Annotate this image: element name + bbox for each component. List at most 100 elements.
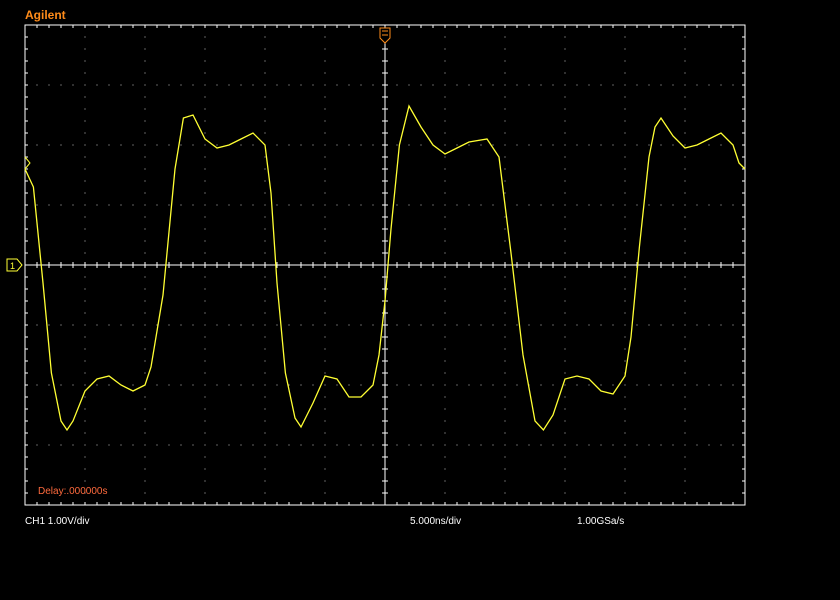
- grid-dot: [684, 60, 686, 62]
- grid-dot: [228, 444, 230, 446]
- grid-dot: [576, 144, 578, 146]
- grid-dot: [564, 192, 566, 194]
- channel-scale-readout[interactable]: CH1 1.00V/div: [25, 516, 89, 527]
- grid-dot: [504, 84, 506, 86]
- grid-dot: [264, 96, 266, 98]
- grid-dot: [312, 144, 314, 146]
- grid-dot: [216, 324, 218, 326]
- grid-dot: [144, 396, 146, 398]
- grid-dot: [348, 144, 350, 146]
- grid-dot: [204, 444, 206, 446]
- grid-dot: [564, 444, 566, 446]
- grid-dot: [420, 84, 422, 86]
- grid-dot: [84, 192, 86, 194]
- grid-dot: [624, 348, 626, 350]
- grid-dot: [696, 384, 698, 386]
- grid-dot: [144, 252, 146, 254]
- grid-dot: [324, 360, 326, 362]
- grid-dot: [660, 384, 662, 386]
- grid-dot: [180, 204, 182, 206]
- grid-dot: [432, 84, 434, 86]
- grid-dot: [564, 168, 566, 170]
- grid-dot: [132, 324, 134, 326]
- grid-dot: [600, 384, 602, 386]
- grid-dot: [564, 312, 566, 314]
- grid-dot: [552, 84, 554, 86]
- grid-dot: [444, 48, 446, 50]
- grid-dot: [204, 324, 206, 326]
- grid-dot: [204, 72, 206, 74]
- grid-dot: [324, 168, 326, 170]
- grid-dot: [96, 204, 98, 206]
- grid-dot: [672, 204, 674, 206]
- grid-dot: [168, 144, 170, 146]
- grid-dot: [636, 444, 638, 446]
- grid-dot: [324, 408, 326, 410]
- grid-dot: [564, 456, 566, 458]
- grid-dot: [588, 84, 590, 86]
- grid-dot: [612, 324, 614, 326]
- grid-dot: [108, 444, 110, 446]
- grid-dot: [504, 96, 506, 98]
- grid-dot: [444, 480, 446, 482]
- grid-dot: [324, 84, 326, 86]
- grid-dot: [564, 228, 566, 230]
- grid-dot: [276, 84, 278, 86]
- grid-dot: [120, 204, 122, 206]
- grid-dot: [204, 336, 206, 338]
- grid-dot: [540, 204, 542, 206]
- grid-dot: [444, 348, 446, 350]
- grid-dot: [456, 204, 458, 206]
- grid-dot: [504, 192, 506, 194]
- grid-dot: [264, 468, 266, 470]
- grid-dot: [264, 336, 266, 338]
- grid-dot: [624, 360, 626, 362]
- grid-dot: [420, 384, 422, 386]
- grid-dot: [204, 276, 206, 278]
- grid-dot: [216, 144, 218, 146]
- time-scale-readout[interactable]: 5.000ns/div: [410, 516, 461, 527]
- grid-dot: [444, 132, 446, 134]
- grid-dot: [684, 300, 686, 302]
- grid-dot: [48, 444, 50, 446]
- grid-dot: [156, 144, 158, 146]
- grid-dot: [504, 36, 506, 38]
- grid-dot: [264, 444, 266, 446]
- grid-dot: [144, 432, 146, 434]
- grid-dot: [420, 144, 422, 146]
- grid-dot: [564, 144, 566, 146]
- grid-dot: [240, 324, 242, 326]
- grid-dot: [84, 336, 86, 338]
- grid-dot: [516, 84, 518, 86]
- grid-dot: [324, 60, 326, 62]
- grid-dot: [372, 324, 374, 326]
- channel-1-ground-marker-icon[interactable]: 1: [6, 258, 23, 272]
- grid-dot: [372, 204, 374, 206]
- grid-dot: [624, 396, 626, 398]
- grid-dot: [396, 384, 398, 386]
- grid-dot: [444, 168, 446, 170]
- grid-dot: [120, 84, 122, 86]
- grid-dot: [84, 216, 86, 218]
- grid-dot: [300, 204, 302, 206]
- grid-dot: [408, 324, 410, 326]
- grid-dot: [144, 48, 146, 50]
- grid-dot: [144, 132, 146, 134]
- grid-dot: [492, 444, 494, 446]
- grid-dot: [144, 408, 146, 410]
- grid-dot: [432, 384, 434, 386]
- grid-dot: [672, 84, 674, 86]
- grid-dot: [504, 120, 506, 122]
- grid-dot: [192, 84, 194, 86]
- grid-dot: [84, 360, 86, 362]
- grid-dot: [624, 72, 626, 74]
- grid-dot: [696, 324, 698, 326]
- grid-dot: [204, 96, 206, 98]
- grid-dot: [648, 204, 650, 206]
- grid-dot: [564, 96, 566, 98]
- grid-dot: [588, 204, 590, 206]
- grid-dot: [348, 444, 350, 446]
- grid-dot: [420, 324, 422, 326]
- grid-dot: [204, 372, 206, 374]
- grid-dot: [324, 120, 326, 122]
